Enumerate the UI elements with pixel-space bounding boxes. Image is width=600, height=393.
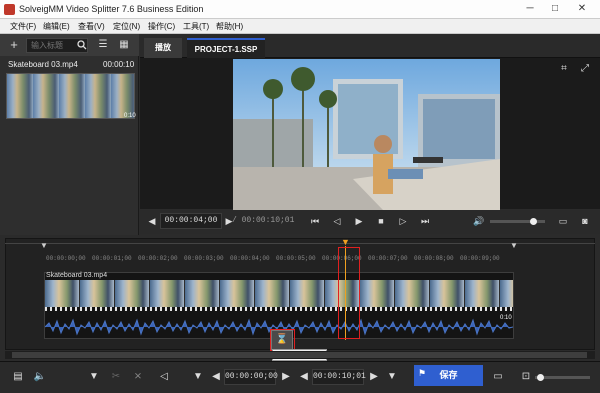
zoom-knob[interactable] (537, 374, 544, 381)
clip-name: Skateboard 03.mp4 (8, 60, 78, 69)
timeline-ruler-line (5, 243, 595, 244)
menu-file[interactable]: 文件(F) (10, 21, 36, 32)
resize-icon[interactable]: ⤢ (578, 62, 592, 76)
menu-view[interactable]: 查看(V) (78, 21, 105, 32)
current-timecode[interactable]: 00:00:04;00 (160, 213, 222, 229)
folder-icon[interactable]: ▭ (556, 214, 570, 228)
track-clip-label: Skateboard 03.mp4 (46, 272, 108, 279)
go-end-icon[interactable]: ⏭ (418, 214, 432, 228)
tick-label: 00:00:08;00 (414, 255, 454, 262)
film-view-icon[interactable]: ▤ (10, 369, 26, 385)
open-folder-icon[interactable]: ▭ (490, 369, 506, 385)
playhead-highlight (338, 247, 360, 339)
clip-duration: 00:00:10 (103, 60, 135, 69)
snapshot-icon[interactable]: ◙ (578, 214, 592, 228)
tick-label: 00:00:09;00 (460, 255, 500, 262)
flag-icon: ⚑ (418, 368, 427, 378)
crop-icon[interactable]: ⌗ (557, 62, 571, 76)
clip-thumbnail[interactable] (6, 73, 135, 119)
step-forward-icon[interactable]: ▷ (396, 214, 410, 228)
save-label: 保存 (439, 370, 458, 380)
film-sprockets-bottom (45, 307, 513, 311)
cut-icon[interactable]: ⨯ (130, 369, 146, 385)
menu-help[interactable]: 帮助(H) (216, 21, 243, 32)
marker-icon[interactable]: ▼ (86, 369, 102, 385)
close-icon[interactable]: ✕ (572, 1, 592, 17)
title-bar: SolveigMM Video Splitter 7.6 Business Ed… (0, 0, 600, 19)
remove-marker-icon[interactable]: ✂ (108, 369, 124, 385)
menu-operations[interactable]: 操作(C) (148, 21, 175, 32)
track-end-time: 0:10 (500, 315, 512, 321)
total-duration: / 00:00:10;01 (232, 216, 295, 225)
thumb-time: 0:10 (124, 113, 136, 119)
add-segment-highlight (270, 329, 295, 351)
tick-label: 00:00:00;00 (46, 255, 86, 262)
maximize-icon[interactable]: □ (545, 1, 565, 17)
range-end-marker[interactable]: ▼ (510, 241, 518, 250)
start-marker-icon[interactable]: ▼ (190, 369, 206, 385)
tab-project[interactable]: PROJECT-1.SSP (187, 38, 265, 58)
tick-label: 00:00:05;00 (276, 255, 316, 262)
tab-play[interactable]: 播放 (144, 38, 182, 58)
menu-edit[interactable]: 编辑(E) (43, 21, 70, 32)
app-icon (4, 4, 15, 15)
tick-label: 00:00:01;00 (92, 255, 132, 262)
audio-icon[interactable]: 🔈 (32, 369, 48, 385)
step-back-icon[interactable]: ◁ (330, 214, 344, 228)
grid-view-icon[interactable]: ▦ (116, 36, 132, 54)
window-title: SolveigMM Video Splitter 7.6 Business Ed… (19, 4, 204, 14)
scrollbar-thumb[interactable] (12, 352, 587, 358)
start-prev-icon[interactable]: ◀ (208, 369, 224, 385)
end-next-icon[interactable]: ▶ (366, 369, 382, 385)
play-icon[interactable]: ▶ (352, 214, 366, 228)
start-next-icon[interactable]: ▶ (278, 369, 294, 385)
end-marker-icon[interactable]: ▼ (384, 369, 400, 385)
go-start-icon[interactable]: ⏮ (308, 214, 322, 228)
menu-tools[interactable]: 工具(T) (183, 21, 209, 32)
menu-bar: 文件(F) 编辑(E) 查看(V) 定位(N) 操作(C) 工具(T) 帮助(H… (0, 19, 600, 34)
menu-navigate[interactable]: 定位(N) (113, 21, 140, 32)
tick-label: 00:00:03;00 (184, 255, 224, 262)
tick-label: 00:00:07;00 (368, 255, 408, 262)
volume-knob[interactable] (530, 218, 537, 225)
video-filmstrip (45, 280, 513, 310)
prev-frame-icon[interactable]: ◀ (145, 214, 159, 228)
end-timecode[interactable]: 00:00:10;01 (312, 369, 366, 385)
stop-icon[interactable]: ■ (374, 214, 388, 228)
video-frame (233, 59, 500, 210)
minimize-icon[interactable]: ─ (520, 1, 540, 17)
range-start-marker[interactable]: ▼ (40, 241, 48, 250)
list-view-icon[interactable]: ☰ (95, 36, 111, 54)
start-timecode[interactable]: 00:00:00;00 (224, 369, 278, 385)
tick-label: 00:00:04;00 (230, 255, 270, 262)
add-icon[interactable]: + (6, 36, 22, 54)
search-icon[interactable] (74, 36, 90, 54)
mute-icon[interactable]: ◁ (156, 369, 172, 385)
tick-label: 00:00:02;00 (138, 255, 178, 262)
volume-icon[interactable]: 🔊 (472, 214, 486, 228)
end-prev-icon[interactable]: ◀ (296, 369, 312, 385)
zoom-icon[interactable]: ⊡ (518, 369, 534, 385)
